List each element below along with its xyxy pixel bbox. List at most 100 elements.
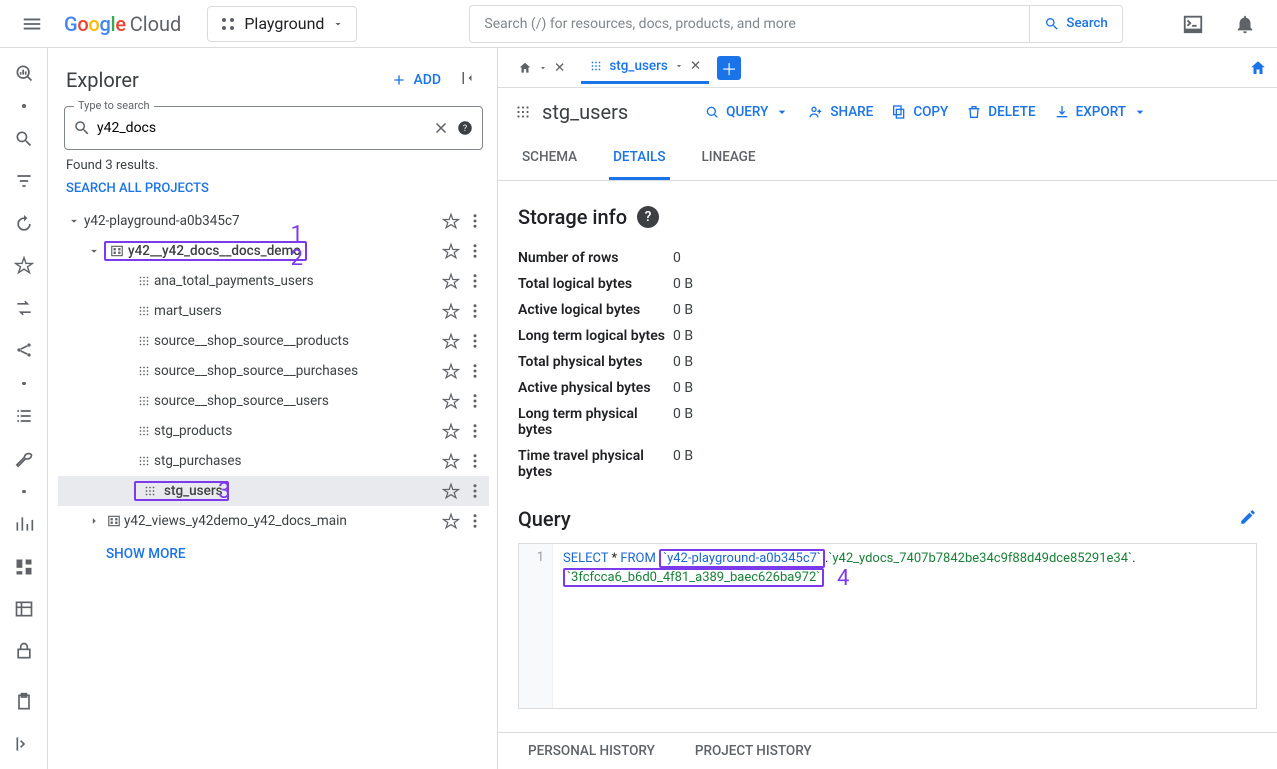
storage-row: Long term physical bytes0 B bbox=[518, 401, 1257, 443]
clipboard-icon[interactable] bbox=[4, 684, 44, 718]
notifications-icon[interactable] bbox=[1225, 4, 1265, 44]
home-tab[interactable]: ✕ bbox=[510, 52, 573, 84]
resource-tree: y42-playground-a0b345c7 y42__y42_docs__d… bbox=[58, 206, 489, 562]
show-more[interactable]: SHOW MORE bbox=[58, 536, 489, 562]
search-all-projects[interactable]: SEARCH ALL PROJECTS bbox=[58, 175, 489, 206]
panel-home-icon[interactable] bbox=[1249, 59, 1267, 77]
tables-container: ana_total_payments_usersmart_userssource… bbox=[58, 266, 489, 506]
search-wrap: Search (/) for resources, docs, products… bbox=[469, 5, 1122, 43]
share-rail-icon[interactable] bbox=[4, 333, 44, 367]
close-icon[interactable]: ✕ bbox=[554, 60, 565, 76]
lock-icon[interactable] bbox=[4, 634, 44, 668]
tree-table[interactable]: source__shop_source__products bbox=[58, 326, 489, 356]
table-icon bbox=[514, 103, 532, 121]
star-icon[interactable] bbox=[439, 302, 463, 320]
more-icon[interactable] bbox=[463, 212, 487, 230]
object-header: stg_users QUERY SHARE COPY DELETE EXPORT bbox=[498, 88, 1277, 129]
star-icon[interactable] bbox=[439, 392, 463, 410]
filter-icon[interactable] bbox=[4, 164, 44, 198]
list-icon[interactable] bbox=[4, 399, 44, 433]
tree-project[interactable]: y42-playground-a0b345c7 bbox=[58, 206, 489, 236]
bigquery-icon[interactable] bbox=[4, 56, 44, 90]
explorer-search-input[interactable] bbox=[97, 120, 426, 136]
more-icon[interactable] bbox=[463, 332, 487, 350]
export-button[interactable]: EXPORT bbox=[1054, 104, 1148, 120]
tree-table[interactable]: stg_purchases bbox=[58, 446, 489, 476]
star-icon[interactable] bbox=[439, 452, 463, 470]
info-icon[interactable]: ? bbox=[637, 206, 659, 228]
dataset-icon bbox=[110, 244, 124, 258]
chevron-down-icon bbox=[674, 61, 684, 71]
more-icon[interactable] bbox=[463, 482, 487, 500]
star-rail-icon[interactable] bbox=[4, 249, 44, 283]
callout-3: 3 bbox=[218, 479, 230, 504]
more-icon[interactable] bbox=[463, 362, 487, 380]
copy-button[interactable]: COPY bbox=[891, 104, 948, 120]
tree-dataset-hl[interactable]: y42__y42_docs__docs_demo 1 2 bbox=[58, 236, 489, 266]
star-icon[interactable] bbox=[439, 242, 463, 260]
more-icon[interactable] bbox=[463, 242, 487, 260]
star-icon[interactable] bbox=[439, 272, 463, 290]
project-history-tab[interactable]: PROJECT HISTORY bbox=[695, 743, 812, 759]
explorer-panel: Explorer ADD Type to search ? Found 3 re… bbox=[48, 48, 498, 769]
add-button[interactable]: ADD bbox=[391, 72, 441, 88]
table-icon bbox=[134, 334, 154, 348]
stg-users-tab[interactable]: stg_users ✕ bbox=[581, 52, 709, 84]
star-icon[interactable] bbox=[439, 482, 463, 500]
star-icon[interactable] bbox=[439, 212, 463, 230]
table-icon bbox=[140, 484, 160, 498]
google-cloud-logo[interactable]: Google Cloud bbox=[64, 12, 181, 36]
project-name: Playground bbox=[244, 14, 324, 33]
new-tab-button[interactable]: ＋ bbox=[717, 56, 741, 80]
search-rail-icon[interactable] bbox=[4, 122, 44, 156]
more-icon[interactable] bbox=[463, 452, 487, 470]
star-icon[interactable] bbox=[439, 332, 463, 350]
star-icon[interactable] bbox=[439, 512, 463, 530]
storage-row: Number of rows0 bbox=[518, 245, 1257, 271]
storage-info-heading: Storage info ? bbox=[518, 205, 1257, 229]
tree-table[interactable]: mart_users bbox=[58, 296, 489, 326]
storage-row: Time travel physical bytes0 B bbox=[518, 443, 1257, 485]
delete-button[interactable]: DELETE bbox=[966, 104, 1035, 120]
help-icon[interactable]: ? bbox=[456, 119, 474, 137]
table-icon[interactable] bbox=[4, 592, 44, 626]
tree-table[interactable]: stg_products bbox=[58, 416, 489, 446]
chart-icon[interactable] bbox=[4, 507, 44, 541]
edit-icon[interactable] bbox=[1239, 507, 1257, 531]
more-icon[interactable] bbox=[463, 272, 487, 290]
tree-dataset-2[interactable]: y42_views_y42demo_y42_docs_main bbox=[58, 506, 489, 536]
dashboard-icon[interactable] bbox=[4, 549, 44, 583]
transfer-icon[interactable] bbox=[4, 291, 44, 325]
more-icon[interactable] bbox=[463, 512, 487, 530]
tab-schema[interactable]: SCHEMA bbox=[518, 137, 581, 180]
tab-lineage[interactable]: LINEAGE bbox=[698, 137, 760, 180]
project-picker[interactable]: Playground bbox=[207, 6, 357, 42]
collapse-explorer-icon[interactable] bbox=[451, 64, 483, 96]
query-button[interactable]: QUERY bbox=[704, 104, 790, 120]
tree-table-selected[interactable]: stg_users3 bbox=[58, 476, 489, 506]
personal-history-tab[interactable]: PERSONAL HISTORY bbox=[528, 743, 655, 759]
tree-table[interactable]: source__shop_source__users bbox=[58, 386, 489, 416]
hamburger-icon[interactable] bbox=[12, 4, 52, 44]
global-search-button[interactable]: Search bbox=[1029, 5, 1122, 43]
cloud-shell-icon[interactable] bbox=[1173, 4, 1213, 44]
more-icon[interactable] bbox=[463, 422, 487, 440]
storage-rows: Number of rows0Total logical bytes0 BAct… bbox=[518, 245, 1257, 485]
tab-details[interactable]: DETAILS bbox=[609, 137, 669, 180]
results-count: Found 3 results. bbox=[58, 150, 489, 175]
line-number: 1 bbox=[537, 550, 544, 565]
tree-table[interactable]: source__shop_source__purchases bbox=[58, 356, 489, 386]
global-search-input[interactable]: Search (/) for resources, docs, products… bbox=[469, 5, 1029, 43]
star-icon[interactable] bbox=[439, 422, 463, 440]
search-icon bbox=[73, 119, 91, 137]
expand-rail-icon[interactable] bbox=[4, 727, 44, 761]
tree-table[interactable]: ana_total_payments_users bbox=[58, 266, 489, 296]
more-icon[interactable] bbox=[463, 302, 487, 320]
wrench-icon[interactable] bbox=[4, 441, 44, 475]
close-icon[interactable]: ✕ bbox=[690, 58, 701, 74]
history-icon[interactable] bbox=[4, 206, 44, 240]
more-icon[interactable] bbox=[463, 392, 487, 410]
share-button[interactable]: SHARE bbox=[808, 104, 873, 120]
clear-icon[interactable] bbox=[432, 119, 450, 137]
star-icon[interactable] bbox=[439, 362, 463, 380]
